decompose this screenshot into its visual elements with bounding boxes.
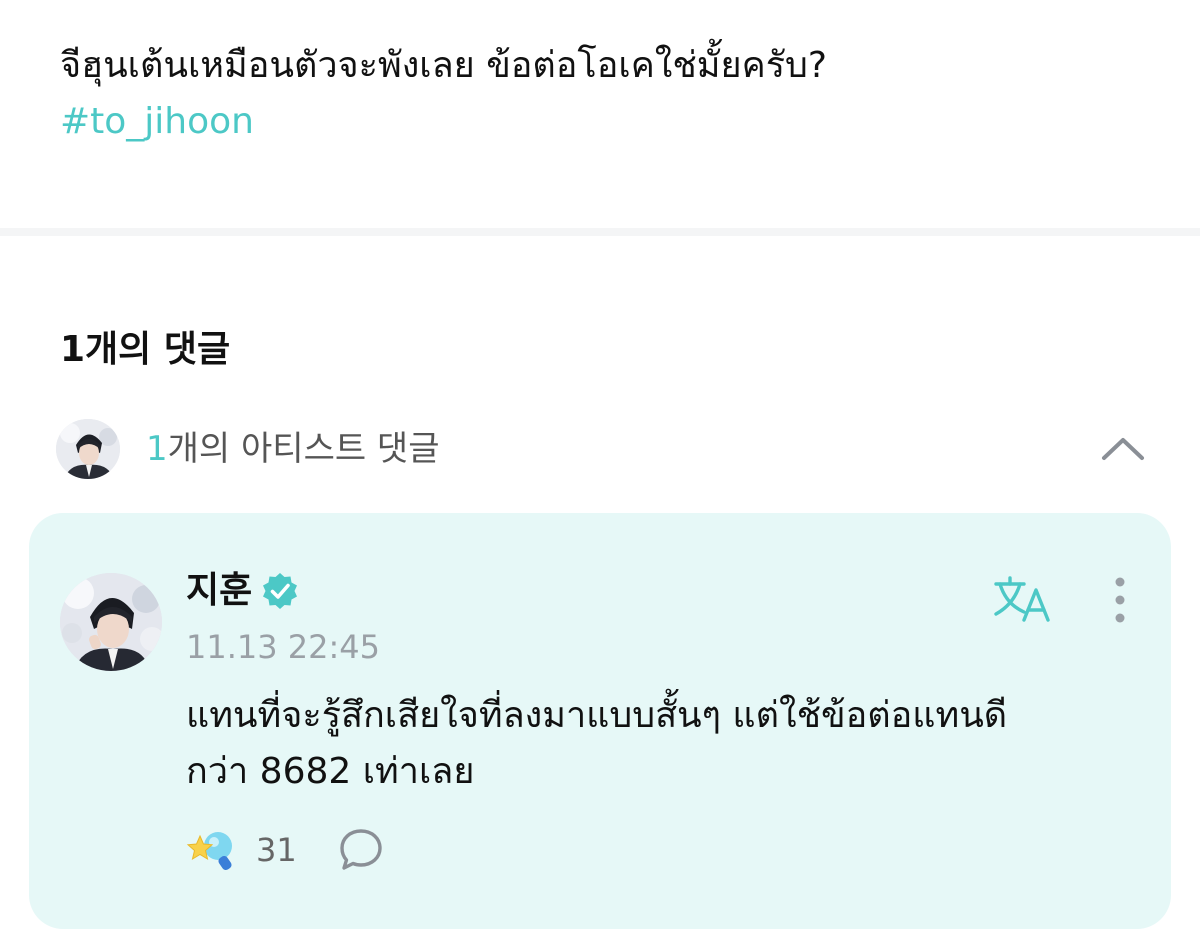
post-content: จีฮุนเต้นเหมือนตัวจะพังเลย ข้อต่อโอเคใช่… bbox=[0, 0, 1200, 228]
verified-badge-icon bbox=[260, 571, 300, 611]
comments-count-title: 1개의 댓글 bbox=[60, 329, 231, 370]
post-hashtag-link[interactable]: #to_jihoon bbox=[60, 94, 254, 150]
artist-comments-label: 1개의 아티스트 댓글 bbox=[146, 421, 440, 477]
section-divider bbox=[0, 228, 1200, 236]
comment-author-avatar[interactable] bbox=[60, 573, 162, 671]
comment-body-line: กว่า 8682 เท่าเลย bbox=[186, 751, 475, 792]
translate-icon[interactable] bbox=[990, 574, 1054, 624]
artist-comments-toggle[interactable]: 1개의 아티스트 댓글 bbox=[56, 416, 1156, 482]
artist-avatar-icon bbox=[56, 419, 120, 479]
more-vertical-icon[interactable] bbox=[1102, 574, 1138, 626]
comment-timestamp: 11.13 22:45 bbox=[186, 628, 380, 666]
artist-comments-label-text: 개의 아티스트 댓글 bbox=[167, 429, 440, 469]
post-text: จีฮุนเต้นเหมือนตัวจะพังเลย ข้อต่อโอเคใช่… bbox=[60, 45, 827, 86]
comment-body: แทนที่จะรู้สึกเสียใจที่ลงมาแบบสั้นๆ แต่ใ… bbox=[186, 688, 1146, 800]
artist-comments-count: 1 bbox=[146, 429, 168, 469]
star-lightstick-icon[interactable] bbox=[186, 826, 238, 874]
comment-author-name[interactable]: 지훈 bbox=[186, 566, 252, 616]
like-count: 31 bbox=[256, 831, 297, 869]
speech-bubble-icon[interactable] bbox=[336, 825, 386, 875]
weverse-post-page: จีฮุนเต้นเหมือนตัวจะพังเลย ข้อต่อโอเคใช่… bbox=[0, 0, 1200, 948]
chevron-up-icon[interactable] bbox=[1098, 428, 1148, 468]
comment-body-line: แทนที่จะรู้สึกเสียใจที่ลงมาแบบสั้นๆ แต่ใ… bbox=[186, 695, 1008, 736]
